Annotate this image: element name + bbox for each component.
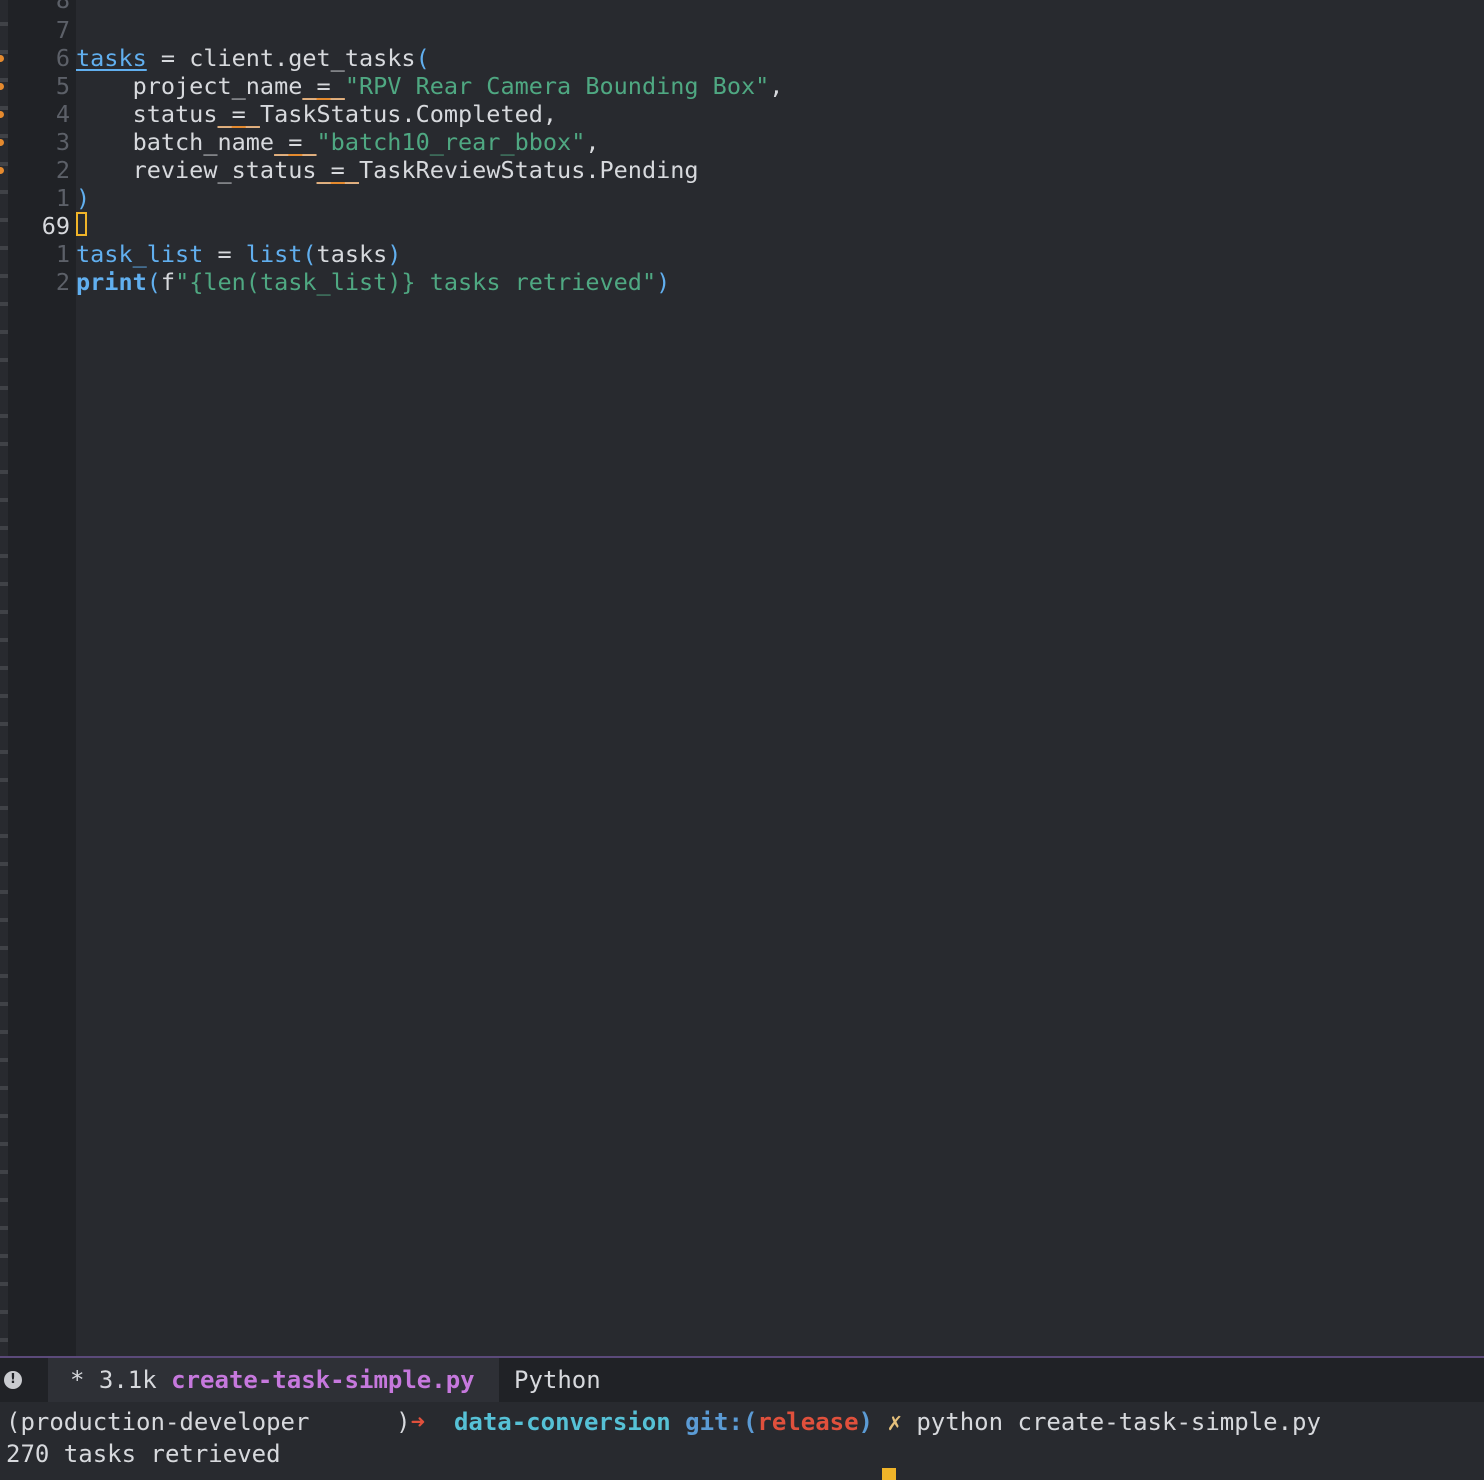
emacs-window: 8 7 6 5 4 3 2 1 69 1 2 tasks = client.ge…	[0, 0, 1484, 1480]
modified-indicator: *	[70, 1366, 85, 1394]
conda-env: (production-developer )	[6, 1408, 411, 1436]
code-line: task_list = list(tasks)	[76, 240, 402, 268]
line-number: 3	[55, 128, 70, 156]
line-number-gutter: 8 7 6 5 4 3 2 1 69 1 2	[8, 0, 76, 1356]
line-number: 2	[55, 268, 70, 296]
fringe	[0, 0, 8, 1356]
text-cursor	[76, 212, 87, 236]
code-line: )	[76, 184, 91, 212]
terminal-cursor	[882, 1468, 896, 1480]
info-icon[interactable]: !	[4, 1371, 22, 1389]
editor-pane[interactable]: 8 7 6 5 4 3 2 1 69 1 2 tasks = client.ge…	[0, 0, 1484, 1356]
buffer-filename[interactable]: create-task-simple.py	[171, 1366, 474, 1394]
code-line: project_name_=_"RPV Rear Camera Bounding…	[132, 72, 784, 100]
terminal-command: python create-task-simple.py	[916, 1408, 1321, 1436]
line-number: 2	[55, 156, 70, 184]
code-line: batch_name_=_"batch10_rear_bbox",	[132, 128, 600, 156]
git-dirty-icon: ✗	[887, 1408, 902, 1436]
terminal-pane[interactable]: (production-developer )➜ data-conversion…	[0, 1402, 1484, 1480]
prompt-arrow: ➜	[410, 1408, 426, 1436]
modeline: ! * 3.1k create-task-simple.py Python	[0, 1356, 1484, 1402]
current-line-number: 69	[41, 212, 70, 240]
major-mode[interactable]: Python	[514, 1358, 601, 1402]
current-directory: data-conversion	[453, 1408, 671, 1436]
code-line: tasks = client.get_tasks(	[76, 44, 430, 72]
terminal-prompt-line: (production-developer )➜ data-conversion…	[6, 1408, 1321, 1436]
code-area[interactable]: tasks = client.get_tasks( project_name_=…	[76, 0, 1484, 1356]
line-number: 4	[55, 100, 70, 128]
terminal-output: 270 tasks retrieved	[6, 1440, 281, 1468]
code-line: review_status_=_TaskReviewStatus.Pending	[132, 156, 699, 184]
code-line: print(f"{len(task_list)} tasks retrieved…	[76, 268, 671, 296]
line-number: 7	[55, 16, 70, 44]
git-branch: release	[757, 1408, 859, 1436]
line-number: 1	[55, 184, 70, 212]
line-number: 6	[55, 44, 70, 72]
line-number: 5	[55, 72, 70, 100]
buffer-size: 3.1k	[98, 1366, 157, 1394]
line-number: 8	[55, 0, 70, 14]
buffer-info: * 3.1k create-task-simple.py	[48, 1358, 499, 1402]
line-number: 1	[55, 240, 70, 268]
code-line: status_=_TaskStatus.Completed,	[132, 100, 558, 128]
